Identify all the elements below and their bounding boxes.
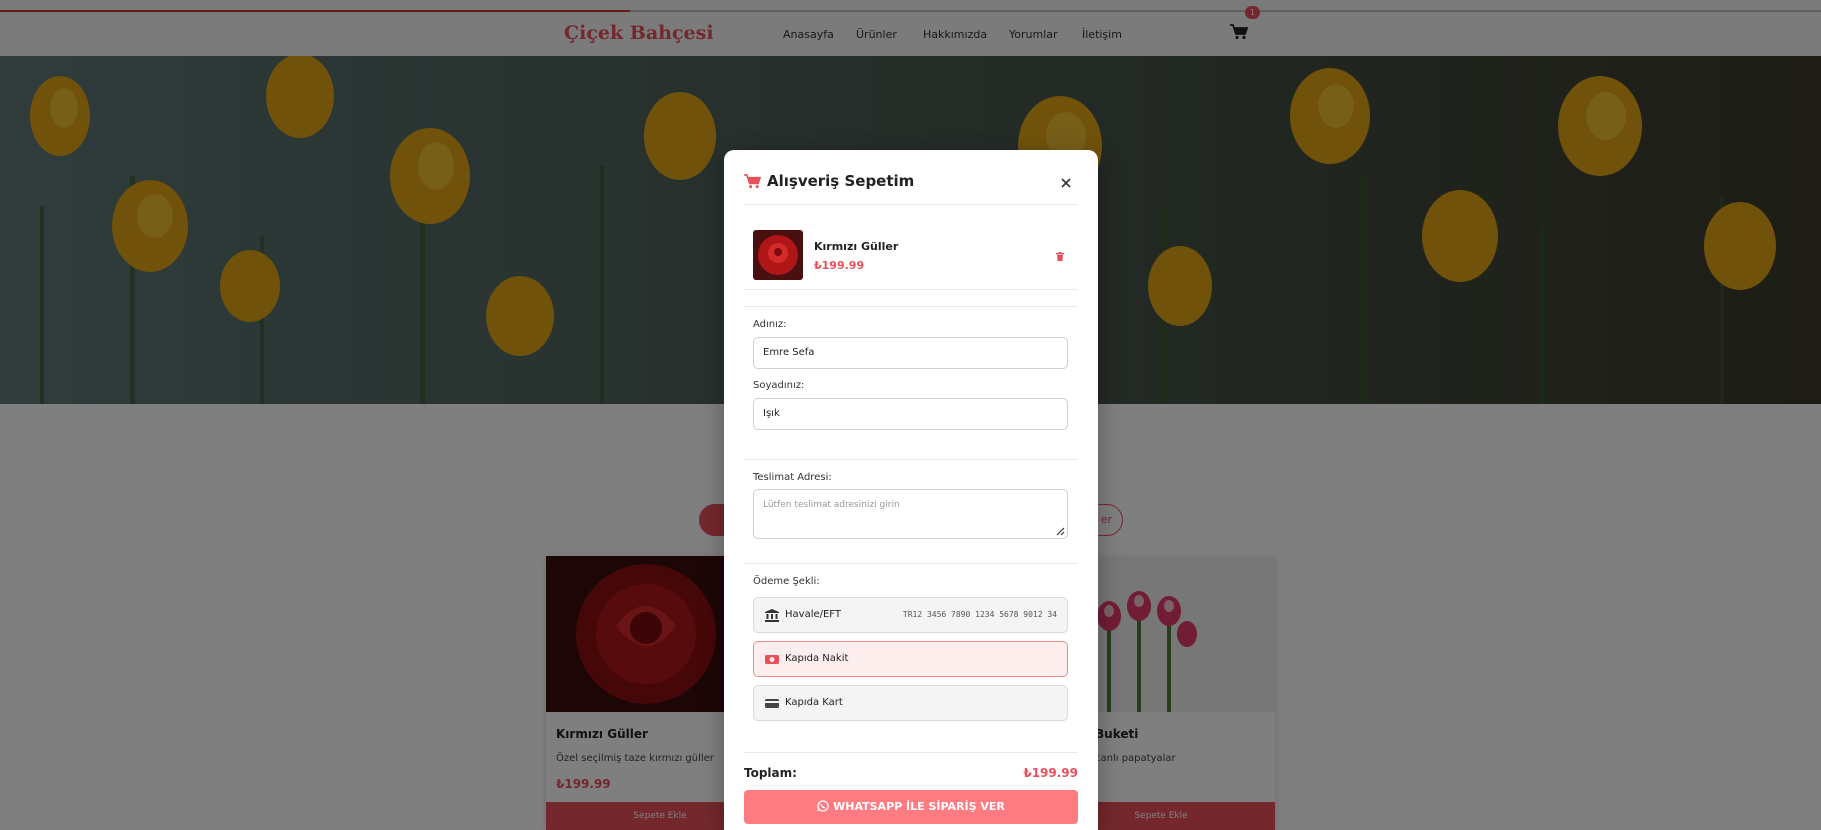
cart-item-price: ₺199.99 <box>814 259 865 272</box>
last-name-label: Soyadınız: <box>753 380 805 391</box>
payment-option-cash-on-delivery[interactable]: Kapıda Nakit <box>753 641 1068 677</box>
total-value: ₺199.99 <box>1023 766 1078 780</box>
address-label: Teslimat Adresi: <box>753 472 832 483</box>
address-textarea[interactable]: Lütfen teslimat adresinizi girin <box>753 489 1068 539</box>
resize-handle-icon[interactable] <box>1055 526 1065 536</box>
cart-icon <box>744 173 761 188</box>
divider <box>744 306 1078 307</box>
payment-option-label: Kapıda Kart <box>785 697 843 708</box>
address-placeholder: Lütfen teslimat adresinizi girin <box>763 500 900 510</box>
payment-option-label: Kapıda Nakit <box>785 653 849 664</box>
divider <box>744 204 1078 205</box>
modal-title: Alışveriş Sepetim <box>744 172 914 190</box>
first-name-label: Adınız: <box>753 319 787 330</box>
credit-card-icon <box>765 699 779 708</box>
payment-label: Ödeme Şekli: <box>753 576 820 587</box>
divider <box>744 752 1078 753</box>
divider <box>744 563 1078 564</box>
bank-icon <box>765 609 779 622</box>
cart-item: Kırmızı Güller ₺199.99 <box>753 230 1069 284</box>
cart-item-image <box>753 230 803 280</box>
payment-option-label: Havale/EFT <box>785 609 841 620</box>
whatsapp-order-button[interactable]: WHATSAPP İLE SİPARİŞ VER <box>744 790 1078 824</box>
cart-modal: Alışveriş Sepetim Kırmızı Güller ₺199.99… <box>724 150 1098 830</box>
close-icon <box>1061 178 1071 188</box>
cart-item-name: Kırmızı Güller <box>814 240 899 253</box>
iban-text: TR12 3456 7890 1234 5678 9012 34 <box>902 610 1057 619</box>
trash-icon <box>1056 252 1064 261</box>
remove-item-button[interactable] <box>1056 246 1068 261</box>
payment-option-bank-transfer[interactable]: Havale/EFT TR12 3456 7890 1234 5678 9012… <box>753 597 1068 633</box>
payment-option-card-on-delivery[interactable]: Kapıda Kart <box>753 685 1068 721</box>
modal-title-text: Alışveriş Sepetim <box>767 172 915 190</box>
close-button[interactable] <box>1057 174 1075 192</box>
last-name-input[interactable]: Işık <box>753 398 1068 430</box>
divider <box>744 289 1078 290</box>
first-name-input[interactable]: Emre Sefa <box>753 337 1068 369</box>
total-label: Toplam: <box>744 766 797 780</box>
whatsapp-icon <box>817 800 829 812</box>
cash-icon <box>765 655 779 664</box>
order-button-label: WHATSAPP İLE SİPARİŞ VER <box>833 800 1005 813</box>
divider <box>744 459 1078 460</box>
